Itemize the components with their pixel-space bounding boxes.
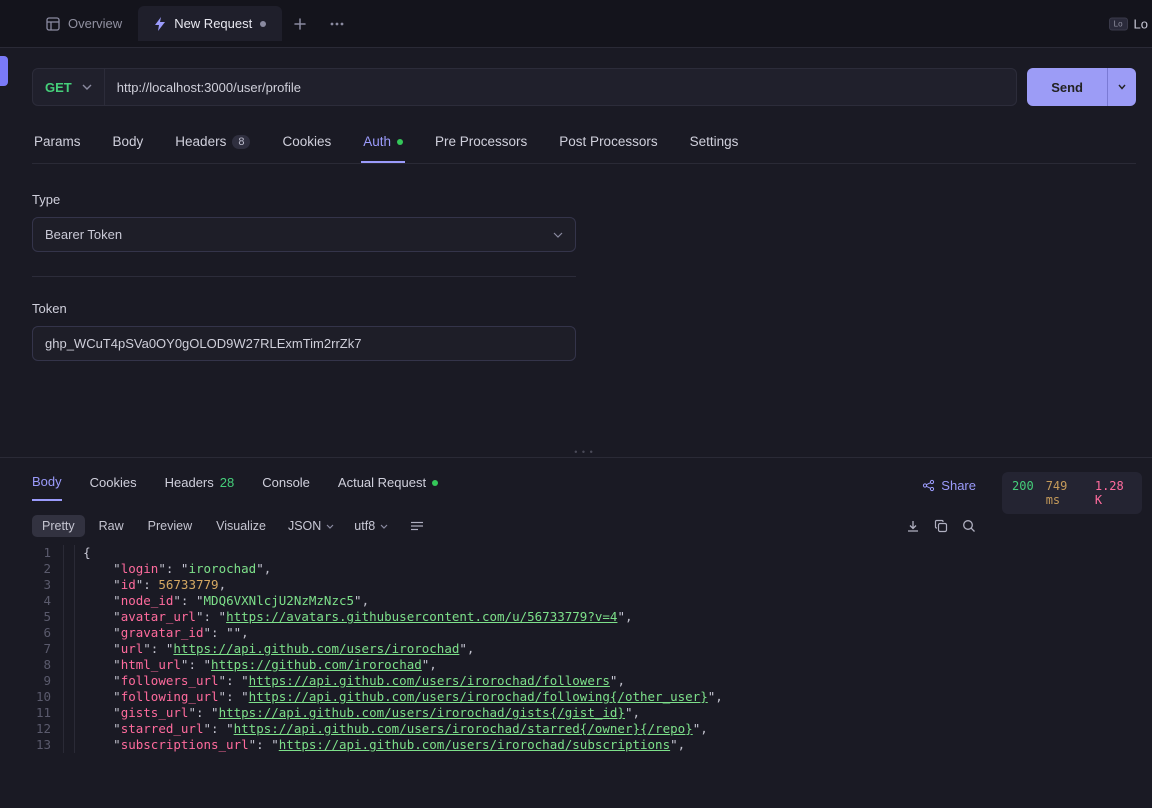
resp-tab-body[interactable]: Body — [32, 470, 62, 501]
tab-new-request[interactable]: New Request — [138, 6, 282, 41]
tab-params[interactable]: Params — [32, 124, 83, 163]
lightning-icon — [154, 17, 166, 31]
tab-new-request-label: New Request — [174, 16, 252, 31]
login-badge: Lo — [1109, 17, 1128, 30]
tab-cookies[interactable]: Cookies — [280, 124, 333, 163]
layout-icon — [46, 17, 60, 31]
headers-count-badge: 8 — [232, 135, 250, 149]
resp-tab-actual[interactable]: Actual Request — [338, 470, 438, 501]
response-body-viewer[interactable]: 12345678910111213 { "login": "irorochad"… — [32, 545, 976, 753]
token-label: Token — [32, 301, 576, 316]
encoding-select[interactable]: utf8 — [346, 515, 396, 537]
view-preview-button[interactable]: Preview — [138, 515, 202, 537]
resp-headers-label: Headers — [165, 475, 214, 490]
status-pill[interactable]: 200 749 ms 1.28 K — [1002, 472, 1142, 514]
url-input[interactable] — [105, 80, 1016, 95]
tab-headers[interactable]: Headers 8 — [173, 124, 252, 163]
token-input[interactable] — [32, 326, 576, 361]
send-button-group: Send — [1027, 68, 1136, 106]
format-select[interactable]: JSON — [280, 515, 342, 537]
request-url-row: GET Send — [32, 68, 1136, 106]
tab-post-processors[interactable]: Post Processors — [557, 124, 659, 163]
auth-type-select[interactable]: Bearer Token — [32, 217, 576, 252]
tab-overview-label: Overview — [68, 16, 122, 31]
share-button[interactable]: Share — [922, 478, 976, 493]
download-button[interactable] — [906, 519, 920, 533]
search-button[interactable] — [962, 519, 976, 533]
status-time: 749 ms — [1046, 479, 1083, 507]
tab-overflow-button[interactable] — [318, 14, 356, 34]
resp-tab-console[interactable]: Console — [262, 470, 310, 501]
login-indicator[interactable]: Lo Lo — [1109, 16, 1152, 31]
tab-pre-processors[interactable]: Pre Processors — [433, 124, 529, 163]
status-size: 1.28 K — [1095, 479, 1132, 507]
share-label: Share — [941, 478, 976, 493]
drag-handle[interactable]: • • • — [32, 441, 1136, 457]
resp-headers-count: 28 — [220, 475, 234, 490]
login-text: Lo — [1134, 16, 1148, 31]
view-pretty-button[interactable]: Pretty — [32, 515, 85, 537]
resp-tab-headers[interactable]: Headers 28 — [165, 470, 235, 501]
tab-settings[interactable]: Settings — [688, 124, 741, 163]
tab-auth[interactable]: Auth — [361, 124, 405, 163]
sidebar-accent — [0, 56, 8, 86]
auth-type-label: Type — [32, 192, 576, 207]
response-panel: Body Cookies Headers 28 Console Actual R… — [0, 457, 1152, 753]
wrap-toggle-button[interactable] — [400, 517, 434, 535]
tab-body[interactable]: Body — [111, 124, 146, 163]
chevron-down-icon — [553, 232, 563, 238]
encoding-value: utf8 — [354, 519, 375, 533]
tab-auth-label: Auth — [363, 134, 391, 149]
view-visualize-button[interactable]: Visualize — [206, 515, 276, 537]
method-value: GET — [45, 80, 72, 95]
resp-actual-label: Actual Request — [338, 475, 426, 490]
send-options-button[interactable] — [1107, 68, 1136, 106]
response-tabs: Body Cookies Headers 28 Console Actual R… — [32, 470, 438, 501]
share-icon — [922, 479, 935, 492]
actual-dot-icon — [432, 480, 438, 486]
line-gutter: 12345678910111213 — [32, 545, 64, 753]
format-value: JSON — [288, 519, 321, 533]
code-content: { "login": "irorochad", "id": 56733779, … — [64, 545, 976, 753]
method-url-bar: GET — [32, 68, 1017, 106]
response-toolbar: Pretty Raw Preview Visualize JSON utf8 — [32, 509, 976, 545]
copy-button[interactable] — [934, 519, 948, 533]
auth-type-value: Bearer Token — [45, 227, 122, 242]
send-button[interactable]: Send — [1027, 68, 1107, 106]
status-side: 200 749 ms 1.28 K — [992, 458, 1152, 753]
view-raw-button[interactable]: Raw — [89, 515, 134, 537]
method-select[interactable]: GET — [33, 69, 105, 105]
chevron-down-icon — [82, 84, 92, 90]
request-tabs: Params Body Headers 8 Cookies Auth Pre P… — [32, 124, 1136, 164]
resp-tab-cookies[interactable]: Cookies — [90, 470, 137, 501]
status-code: 200 — [1012, 479, 1034, 507]
tab-bar: Overview New Request Lo Lo — [0, 0, 1152, 48]
tab-headers-label: Headers — [175, 134, 226, 149]
tab-overview[interactable]: Overview — [30, 6, 138, 41]
unsaved-dot-icon — [260, 21, 266, 27]
add-tab-button[interactable] — [282, 10, 318, 38]
auth-form: Type Bearer Token Token — [32, 164, 588, 361]
auth-active-dot-icon — [397, 139, 403, 145]
form-divider — [32, 276, 576, 277]
